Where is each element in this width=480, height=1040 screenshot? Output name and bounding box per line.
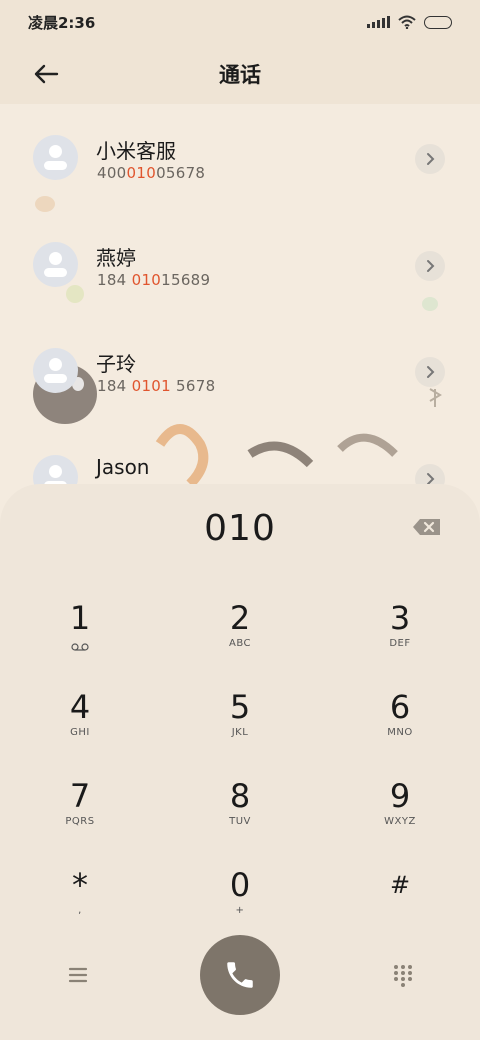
dial-key-2[interactable]: 2 ABC [180,600,300,680]
status-bar: 凌晨2:36 [0,0,480,44]
contact-name: Jason [96,455,150,479]
status-time: 凌晨2:36 [28,13,96,32]
dialed-number: 010 [204,508,276,549]
battery-icon [424,15,452,29]
contact-item[interactable]: 燕婷 184 01015689 [0,211,480,311]
avatar [33,135,78,180]
contact-number: 184 0101 5678 [97,377,216,395]
dial-key-7[interactable]: 7 PQRS [20,778,140,858]
call-button[interactable] [200,935,280,1015]
back-button[interactable] [28,56,64,92]
status-icons [367,15,452,29]
contact-item[interactable]: 子玲 184 0101 5678 [0,317,480,417]
dial-key-3[interactable]: 3 DEF [340,600,460,680]
dial-key-4[interactable]: 4 GHI [20,689,140,769]
dial-key-hash[interactable]: # [340,867,460,947]
header: 通话 [0,44,480,104]
chevron-right-icon [427,366,435,378]
contact-item[interactable]: 小米客服 40001005678 [0,104,480,204]
arrow-left-icon [34,64,59,84]
chevron-right-icon [427,260,435,272]
contact-number: 40001005678 [97,164,206,182]
contact-detail-button[interactable] [415,144,445,174]
dial-key-star[interactable]: * , [20,867,140,947]
dial-key-1[interactable]: 1 [20,600,140,680]
dialpad-icon[interactable] [391,963,415,987]
chevron-right-icon [427,153,435,165]
contact-detail-button[interactable] [415,251,445,281]
dial-key-5[interactable]: 5 JKL [180,689,300,769]
menu-icon[interactable] [66,963,90,987]
wifi-icon [398,15,416,29]
contact-number: 184 01015689 [97,271,211,289]
dial-key-9[interactable]: 9 WXYZ [340,778,460,858]
phone-icon [227,962,253,988]
avatar [33,242,78,287]
voicemail-icon [71,643,89,651]
page-title: 通话 [219,63,261,87]
signal-icon [367,16,390,28]
dial-key-6[interactable]: 6 MNO [340,689,460,769]
backspace-icon[interactable] [412,518,442,536]
contact-name: 子玲 [96,352,136,376]
dial-panel: 010 1 2 ABC 3 DEF 4 GHI 5 JKL 6 MNO 7 PQ… [0,484,480,1040]
avatar [33,348,78,393]
dial-key-8[interactable]: 8 TUV [180,778,300,858]
contact-name: 燕婷 [96,246,136,270]
contact-detail-button[interactable] [415,357,445,387]
contact-name: 小米客服 [96,139,176,163]
